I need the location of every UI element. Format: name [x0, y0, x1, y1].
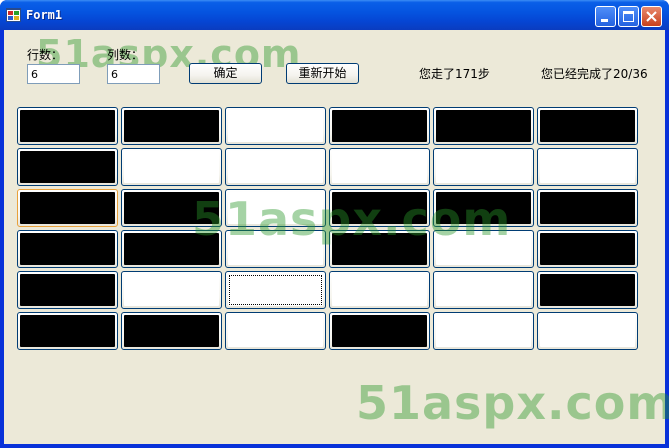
- grid-cell-face: [20, 110, 115, 142]
- grid-cell-r2-c1-black[interactable]: [17, 148, 118, 186]
- grid-cell-r6-c6-white[interactable]: [537, 312, 638, 350]
- progress-counter: 您已经完成了20/36: [541, 67, 648, 81]
- grid-cell-face: [228, 233, 323, 265]
- grid-cell-r4-c6-black[interactable]: [537, 230, 638, 268]
- title-bar[interactable]: Form1: [0, 0, 669, 30]
- grid-cell-r1-c3-white[interactable]: [225, 107, 326, 145]
- grid-cell-face: [20, 192, 115, 224]
- grid-cell-r5-c4-white[interactable]: [329, 271, 430, 309]
- grid-cell-r1-c5-black[interactable]: [433, 107, 534, 145]
- grid-cell-r1-c6-black[interactable]: [537, 107, 638, 145]
- steps-counter: 您走了171步: [419, 67, 490, 81]
- grid-cell-r4-c4-black[interactable]: [329, 230, 430, 268]
- maximize-button[interactable]: [618, 6, 639, 27]
- grid-cell-r3-c5-black[interactable]: [433, 189, 534, 227]
- app-window: Form1 51aspx.com 行数： 列数： 确定 重新开始 您走了1: [0, 0, 669, 448]
- grid-cell-r1-c4-black[interactable]: [329, 107, 430, 145]
- grid-cell-face: [332, 274, 427, 306]
- window-title: Form1: [26, 8, 63, 22]
- grid-cell-r5-c5-white[interactable]: [433, 271, 534, 309]
- grid-cell-r6-c2-black[interactable]: [121, 312, 222, 350]
- grid-cell-face: [436, 315, 531, 347]
- grid-cell-r3-c6-black[interactable]: [537, 189, 638, 227]
- grid-cell-r1-c1-black[interactable]: [17, 107, 118, 145]
- grid-cell-face: [540, 151, 635, 183]
- grid-cell-r4-c3-white[interactable]: [225, 230, 326, 268]
- grid-cell-r5-c2-white[interactable]: [121, 271, 222, 309]
- grid-cell-face: [20, 315, 115, 347]
- cols-input[interactable]: [107, 64, 160, 84]
- grid-cell-face: [436, 274, 531, 306]
- grid-cell-r3-c4-black[interactable]: [329, 189, 430, 227]
- restart-button[interactable]: 重新开始: [286, 63, 359, 84]
- grid-cell-face: [228, 192, 323, 224]
- grid-cell-face: [436, 192, 531, 224]
- grid-cell-face: [20, 233, 115, 265]
- form-client-area: 51aspx.com 行数： 列数： 确定 重新开始 您走了171步 您已经完成…: [4, 30, 669, 444]
- grid-cell-face: [540, 110, 635, 142]
- grid-cell-face: [20, 151, 115, 183]
- watermark-bottom: 51aspx.com: [356, 376, 669, 430]
- grid-cell-r4-c2-black[interactable]: [121, 230, 222, 268]
- grid-cell-r6-c3-white[interactable]: [225, 312, 326, 350]
- grid-cell-face: [124, 233, 219, 265]
- minimize-icon: [601, 19, 608, 22]
- grid-cell-face: [436, 233, 531, 265]
- grid-cell-r5-c1-black[interactable]: [17, 271, 118, 309]
- grid-cell-r6-c1-black[interactable]: [17, 312, 118, 350]
- windows-form-icon[interactable]: [6, 8, 21, 22]
- grid-cell-face: [332, 151, 427, 183]
- grid-cell-face: [436, 151, 531, 183]
- grid-cell-face: [124, 151, 219, 183]
- grid-cell-r3-c1-black[interactable]: [17, 189, 118, 227]
- grid-cell-r4-c1-black[interactable]: [17, 230, 118, 268]
- grid-cell-face: [540, 192, 635, 224]
- grid-cell-face: [332, 233, 427, 265]
- grid-cell-r3-c2-black[interactable]: [121, 189, 222, 227]
- rows-label: 行数：: [27, 48, 64, 62]
- grid-cell-face: [228, 151, 323, 183]
- close-icon: [646, 11, 657, 22]
- grid-cell-r3-c3-white[interactable]: [225, 189, 326, 227]
- grid-cell-r2-c3-white[interactable]: [225, 148, 326, 186]
- minimize-button[interactable]: [595, 6, 616, 27]
- grid-cell-r6-c4-black[interactable]: [329, 312, 430, 350]
- cols-label: 列数：: [107, 48, 144, 62]
- rows-input[interactable]: [27, 64, 80, 84]
- grid-cell-r2-c6-white[interactable]: [537, 148, 638, 186]
- grid-cell-r2-c2-white[interactable]: [121, 148, 222, 186]
- grid-cell-face: [124, 110, 219, 142]
- confirm-button[interactable]: 确定: [189, 63, 262, 84]
- grid-cell-face: [228, 274, 323, 306]
- close-button[interactable]: [641, 6, 662, 27]
- grid-cell-r5-c6-black[interactable]: [537, 271, 638, 309]
- maximize-icon: [623, 11, 634, 22]
- grid-cell-face: [124, 192, 219, 224]
- grid-cell-face: [540, 233, 635, 265]
- grid-cell-face: [228, 315, 323, 347]
- grid-cell-r2-c5-white[interactable]: [433, 148, 534, 186]
- grid-cell-r1-c2-black[interactable]: [121, 107, 222, 145]
- grid-cell-face: [540, 274, 635, 306]
- grid-cell-face: [540, 315, 635, 347]
- grid-cell-face: [124, 274, 219, 306]
- grid-cell-face: [124, 315, 219, 347]
- grid-cell-r5-c3-white[interactable]: [225, 271, 326, 309]
- grid-cell-face: [436, 110, 531, 142]
- grid-cell-face: [332, 110, 427, 142]
- grid-cell-r4-c5-white[interactable]: [433, 230, 534, 268]
- grid-cell-face: [228, 110, 323, 142]
- grid-cell-r2-c4-white[interactable]: [329, 148, 430, 186]
- grid-cell-face: [332, 315, 427, 347]
- grid-cell-face: [332, 192, 427, 224]
- grid-cell-r6-c5-white[interactable]: [433, 312, 534, 350]
- grid-cell-face: [20, 274, 115, 306]
